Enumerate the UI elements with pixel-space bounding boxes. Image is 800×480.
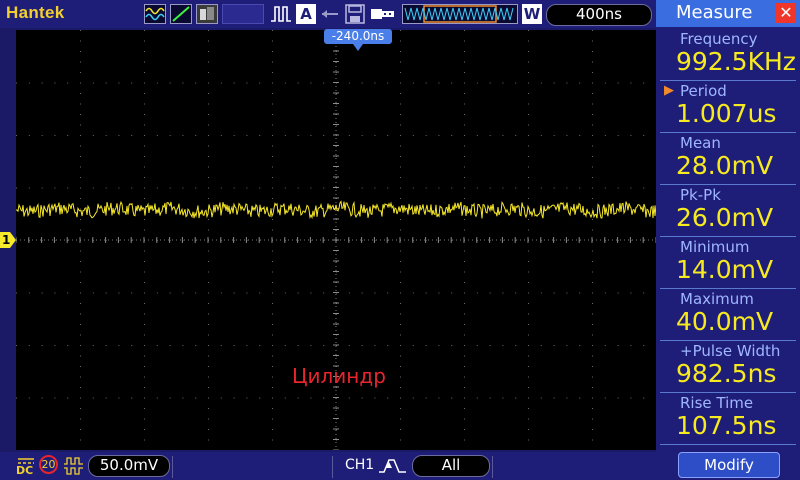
measure-item-value: 982.5ns — [676, 359, 777, 388]
coupling-label: DC — [16, 464, 34, 477]
usb-icon — [371, 9, 394, 19]
bw-limit-icon[interactable]: 20 — [39, 455, 58, 474]
measure-item-value: 26.0mV — [676, 203, 774, 232]
measure-panel-title: Measure — [676, 2, 753, 23]
measure-separator — [660, 132, 796, 133]
measure-item-label[interactable]: +Pulse Width — [680, 342, 780, 360]
measure-item-label[interactable]: Minimum — [680, 238, 750, 256]
measure-item-label[interactable]: Period — [680, 82, 727, 100]
modify-button[interactable]: Modify — [678, 452, 780, 478]
trigger-position-pointer — [353, 44, 363, 51]
save-icon[interactable] — [344, 4, 366, 24]
selected-arrow-icon: ▶ — [664, 83, 674, 98]
top-toolbar: Hantek A W 400ns — [0, 0, 656, 28]
measure-item-value: 1.007us — [676, 99, 777, 128]
channel1-marker-label: 1 — [2, 233, 11, 247]
overlay-caption: Цилиндр — [292, 364, 386, 388]
wave-mode-icon[interactable]: W — [522, 4, 542, 24]
measure-item-label[interactable]: Pk-Pk — [680, 186, 721, 204]
measure-item-value: 992.5KHz — [676, 47, 796, 76]
wave-color-icon[interactable] — [144, 4, 166, 24]
measure-separator — [660, 236, 796, 237]
trigger-position-label[interactable]: -240.0ns — [324, 29, 392, 44]
bottom-separator — [332, 456, 333, 478]
measure-separator — [660, 184, 796, 185]
pulse-icon — [271, 6, 291, 22]
status-box — [222, 4, 264, 24]
trigger-edge-icon[interactable] — [378, 456, 408, 476]
timebase-readout[interactable]: 400ns — [546, 4, 652, 26]
volts-div-readout[interactable]: 50.0mV — [88, 455, 170, 477]
memory-depth-indicator — [402, 4, 518, 24]
measure-separator — [660, 80, 796, 81]
close-icon[interactable]: ✕ — [776, 3, 796, 23]
measure-item-label[interactable]: Frequency — [680, 30, 758, 48]
trigger-mode-readout[interactable]: All — [412, 455, 490, 477]
measure-separator — [660, 444, 796, 445]
measure-item-label[interactable]: Rise Time — [680, 394, 753, 412]
bottom-separator — [172, 456, 173, 478]
lock-arrow-icon — [322, 10, 338, 18]
display-vector-icon[interactable] — [170, 4, 192, 24]
measure-separator — [660, 340, 796, 341]
measure-panel-header: Measure ✕ — [656, 0, 800, 27]
measure-item-label[interactable]: Mean — [680, 134, 721, 152]
invert-icon[interactable] — [63, 456, 85, 476]
measure-item-value: 40.0mV — [676, 307, 774, 336]
measure-item-label[interactable]: Maximum — [680, 290, 754, 308]
brand-logo: Hantek — [6, 3, 65, 22]
measure-separator — [660, 288, 796, 289]
measure-panel: Measure ✕ Frequency 992.5KHz Period ▶ 1.007u… — [656, 0, 800, 480]
bottom-separator — [492, 456, 493, 478]
measure-item-value: 28.0mV — [676, 151, 774, 180]
acquire-mode-icon[interactable]: A — [296, 4, 316, 24]
measure-separator — [660, 392, 796, 393]
measure-item-value: 107.5ns — [676, 411, 777, 440]
measure-item-value: 14.0mV — [676, 255, 774, 284]
bw-limit-label: 20 — [41, 458, 56, 471]
persistence-icon[interactable] — [196, 4, 218, 24]
trigger-source-label[interactable]: CH1 — [345, 457, 374, 473]
